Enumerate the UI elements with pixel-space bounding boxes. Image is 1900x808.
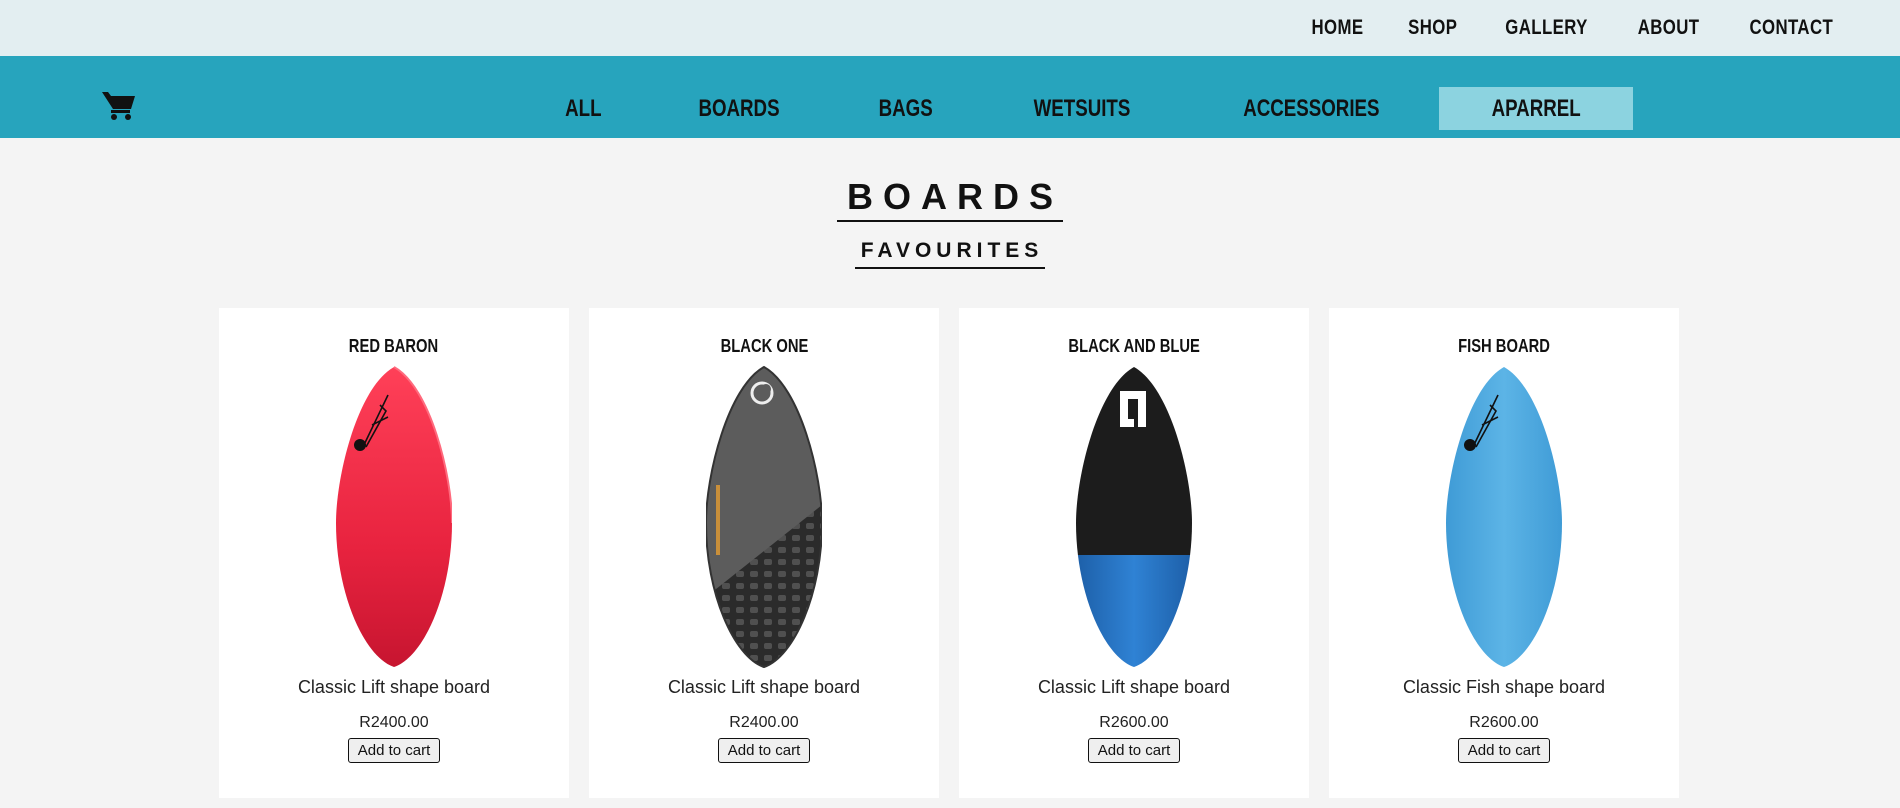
red-baron-board-image[interactable] — [336, 365, 452, 669]
nav-contact-link[interactable]: CONTACT — [1750, 16, 1834, 40]
top-bar: HOME SHOP GALLERY ABOUT CONTACT — [0, 0, 1900, 56]
product-card: FISH BOARD Classic Fish shape board R260… — [1329, 308, 1679, 798]
nav-about-link[interactable]: ABOUT — [1638, 16, 1700, 40]
product-price: R2400.00 — [729, 714, 799, 731]
category-tab-all[interactable]: ALL — [520, 87, 647, 130]
product-description: Classic Lift shape board — [667, 677, 861, 697]
product-name: BLACK AND BLUE — [1068, 336, 1200, 356]
product-description: Classic Lift shape board — [1037, 677, 1231, 697]
category-tab-wetsuits[interactable]: WETSUITS — [980, 87, 1184, 130]
add-to-cart-button[interactable]: Add to cart — [1457, 738, 1551, 763]
category-tab-aparrel[interactable]: APARREL — [1438, 87, 1633, 130]
product-price: R2400.00 — [359, 714, 429, 731]
product-price: R2600.00 — [1099, 714, 1169, 731]
product-card: BLACK AND BLUE Classic Lift shape board … — [959, 308, 1309, 798]
product-name: BLACK ONE — [720, 336, 808, 356]
product-price: R2600.00 — [1469, 714, 1539, 731]
category-tab-boards[interactable]: BOARDS — [647, 87, 831, 130]
black-one-board-image[interactable] — [706, 365, 822, 669]
category-tab-bags[interactable]: BAGS — [831, 87, 980, 130]
category-tab-accessories[interactable]: ACCESSORIES — [1184, 87, 1439, 130]
main-nav: HOME SHOP GALLERY ABOUT CONTACT — [1305, 0, 1844, 56]
nav-home-link[interactable]: HOME — [1311, 16, 1363, 40]
section-subtitle: FAVOURITES — [854, 239, 1046, 269]
product-name: FISH BOARD — [1458, 336, 1550, 356]
black-and-blue-board-image[interactable] — [1076, 365, 1192, 669]
add-to-cart-button[interactable]: Add to cart — [1087, 738, 1181, 763]
product-description: Classic Fish shape board — [1402, 677, 1606, 697]
product-card: RED BARON Classic Lift shape board R2400… — [219, 308, 569, 798]
product-description: Classic Lift shape board — [297, 677, 491, 697]
nav-gallery-link[interactable]: GALLERY — [1505, 16, 1587, 40]
product-name: RED BARON — [349, 336, 439, 356]
product-card: BLACK ONE Classic Lift shape board R2400… — [589, 308, 939, 798]
category-tabs: ALL BOARDS BAGS WETSUITS ACCESSORIES APA… — [520, 87, 1633, 130]
page-title: BOARDS — [836, 176, 1063, 222]
section-subtitle-wrap: FAVOURITES — [0, 239, 1900, 269]
page-title-wrap: BOARDS — [0, 176, 1900, 222]
add-to-cart-button[interactable]: Add to cart — [347, 738, 441, 763]
shopping-cart-icon[interactable] — [102, 90, 136, 120]
add-to-cart-button[interactable]: Add to cart — [717, 738, 811, 763]
fish-board-image[interactable] — [1446, 365, 1562, 669]
nav-shop-link[interactable]: SHOP — [1408, 16, 1457, 40]
